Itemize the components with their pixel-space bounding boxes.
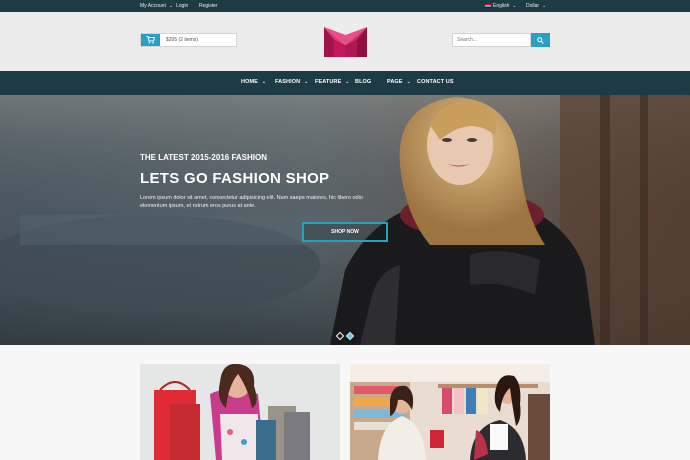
promo-banner-boutique[interactable] xyxy=(350,364,550,460)
language-label: English xyxy=(493,3,510,9)
nav-item-label: CONTACT US xyxy=(417,79,454,85)
brand-logo[interactable] xyxy=(324,27,367,57)
main-nav: HOME ⌄ FASHION ⌄ FEATURE ⌄ BLOG PAGE ⌄ CONTA… xyxy=(0,71,690,95)
chevron-down-icon: ⌄ xyxy=(542,3,547,9)
chevron-down-icon: ⌄ xyxy=(406,79,411,85)
header: $205 (2 items) xyxy=(0,12,690,71)
nav-item-contact-us[interactable]: CONTACT US xyxy=(417,79,454,85)
search-button[interactable] xyxy=(531,33,550,47)
chevron-down-icon: ⌄ xyxy=(168,3,174,9)
login-link[interactable]: Login xyxy=(176,3,188,9)
nav-item-label: FEATURE xyxy=(315,79,342,85)
nav-item-label: PAGE xyxy=(387,79,403,85)
hero-kicker: THE LATEST 2015-2016 FASHION xyxy=(140,153,267,162)
cart-widget[interactable]: $205 (2 items) xyxy=(140,33,237,47)
currency-label: Dollar xyxy=(526,3,540,9)
currency-dropdown[interactable]: Dollar ⌄ xyxy=(526,3,546,9)
shop-now-button[interactable]: SHOP NOW xyxy=(302,222,388,242)
cart-button[interactable] xyxy=(141,34,160,46)
register-link[interactable]: Register xyxy=(199,3,218,9)
nav-item-blog[interactable]: BLOG xyxy=(355,79,371,85)
hero-slider xyxy=(0,95,690,345)
search-input[interactable] xyxy=(452,33,531,47)
promo-banner-shopping-bags[interactable] xyxy=(140,364,340,460)
promo-section xyxy=(0,345,690,460)
cart-icon xyxy=(146,36,155,44)
cart-summary: $205 (2 items) xyxy=(166,37,198,43)
boutique-shoppers-image xyxy=(350,364,550,460)
my-account-dropdown[interactable]: My Account ⌄ xyxy=(140,3,173,9)
chevron-down-icon: ⌄ xyxy=(512,3,517,9)
hero-title: LETS GO FASHION SHOP xyxy=(140,170,330,187)
page: My Account ⌄ Login Register English ⌄ Doll… xyxy=(0,0,690,460)
chevron-down-icon: ⌄ xyxy=(345,79,350,85)
search-bar xyxy=(452,33,550,47)
chevron-down-icon: ⌄ xyxy=(304,79,309,85)
nav-item-label: FASHION xyxy=(275,79,301,85)
nav-item-page[interactable]: PAGE ⌄ xyxy=(387,79,411,85)
top-bar: My Account ⌄ Login Register English ⌄ Doll… xyxy=(0,0,690,12)
nav-item-label: HOME xyxy=(241,79,258,85)
hero-background-image xyxy=(0,95,690,345)
nav-item-home[interactable]: HOME ⌄ xyxy=(241,79,266,85)
search-icon xyxy=(537,36,544,44)
nav-item-feature[interactable]: FEATURE ⌄ xyxy=(315,79,350,85)
chevron-down-icon: ⌄ xyxy=(261,79,267,85)
language-dropdown[interactable]: English ⌄ xyxy=(485,3,517,9)
uk-flag-icon xyxy=(485,3,491,8)
shopping-woman-image xyxy=(140,364,340,460)
my-account-label: My Account xyxy=(140,3,166,9)
nav-item-fashion[interactable]: FASHION ⌄ xyxy=(275,79,308,85)
nav-item-label: BLOG xyxy=(355,79,372,85)
hero-description: Lorem ipsum dolor sit amet, consectetur … xyxy=(140,195,363,209)
